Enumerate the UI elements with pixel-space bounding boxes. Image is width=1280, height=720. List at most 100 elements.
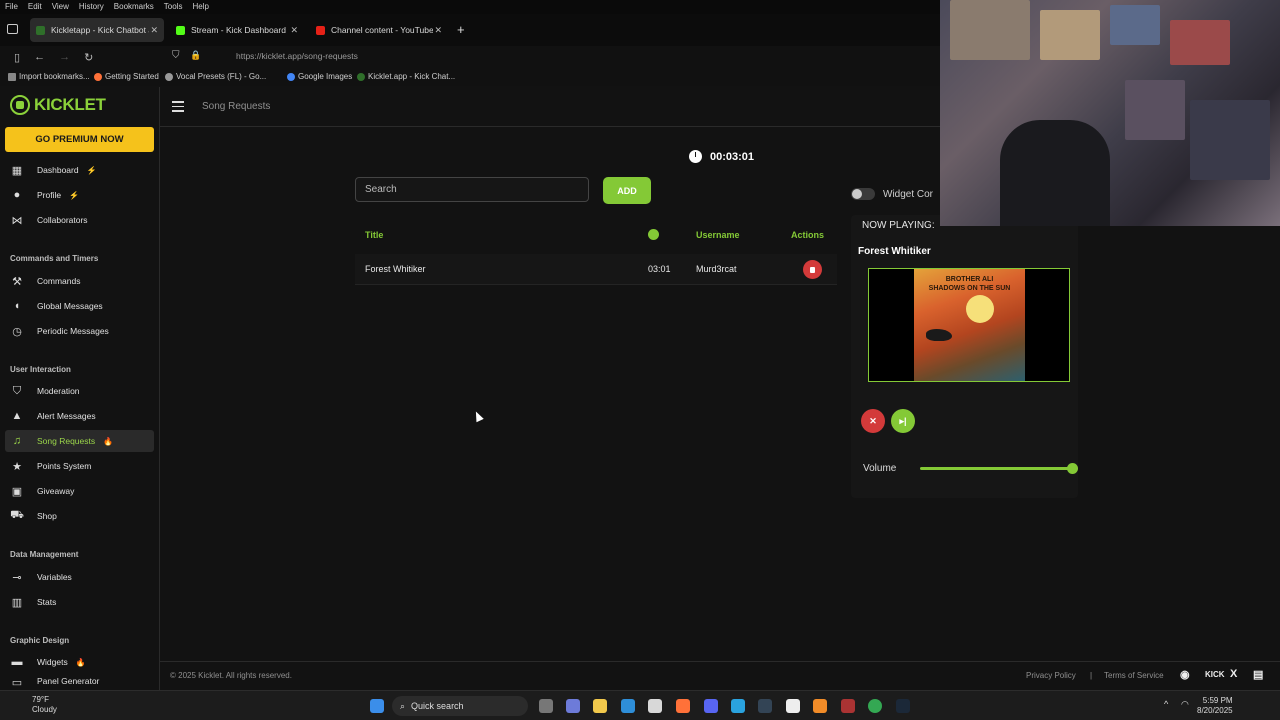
task-view-icon[interactable] [539, 699, 553, 713]
lock-icon[interactable]: 🔒 [190, 50, 201, 61]
menu-file[interactable]: File [0, 0, 23, 14]
sidebar-item-panel-generator[interactable]: ▭ Panel Generator [5, 676, 154, 690]
bookmark-vocal-presets[interactable]: Vocal Presets (FL) - Go... [165, 72, 266, 81]
sidebar-item-alert-messages[interactable]: ▲ Alert Messages [5, 405, 154, 427]
delete-button[interactable] [803, 260, 822, 279]
sidebar-item-widgets[interactable]: ▬ Widgets 🔥 [5, 651, 154, 673]
wifi-icon[interactable]: ◠ [1181, 699, 1189, 710]
store-icon[interactable] [648, 699, 662, 713]
bookmark-label: Import bookmarks... [19, 72, 90, 81]
menu-edit[interactable]: Edit [23, 0, 47, 14]
sidebar-item-global-messages[interactable]: ◖ Global Messages [5, 295, 154, 317]
webcam-shelf [1190, 100, 1270, 180]
weather-widget[interactable]: 79°F Cloudy [12, 695, 57, 715]
section-heading-interaction: User Interaction [10, 365, 71, 374]
close-tab-icon[interactable]: ✕ [150, 25, 158, 36]
sidebar-item-stats[interactable]: ▥ Stats [5, 591, 154, 613]
webcam-poster [1040, 10, 1100, 60]
terms-of-service-link[interactable]: Terms of Service [1104, 671, 1164, 680]
menu-tools[interactable]: Tools [159, 0, 188, 14]
search-input[interactable]: Search [355, 177, 589, 202]
menu-help[interactable]: Help [187, 0, 213, 14]
tab-overview-icon[interactable] [7, 24, 18, 34]
sidebar-item-collaborators[interactable]: ⋈ Collaborators [5, 209, 154, 231]
chrome-icon[interactable] [868, 699, 882, 713]
star-icon: ★ [12, 460, 22, 473]
volume-slider-handle[interactable] [1067, 463, 1078, 474]
menu-history[interactable]: History [74, 0, 109, 14]
discord-icon[interactable] [704, 699, 718, 713]
skip-button[interactable]: ▸| [891, 409, 915, 433]
widget-toggle[interactable]: Widget Cor [851, 188, 933, 200]
sidebar-item-points-system[interactable]: ★ Points System [5, 455, 154, 477]
windows-start-icon[interactable] [370, 699, 384, 713]
lightning-icon: ⚡ [86, 165, 97, 175]
toggle-switch[interactable] [851, 188, 875, 200]
new-tab-icon[interactable]: + [457, 22, 465, 37]
menu-bookmarks[interactable]: Bookmarks [109, 0, 159, 14]
back-icon[interactable]: ← [34, 51, 45, 63]
kick-icon[interactable]: KICK [1205, 670, 1225, 679]
tab-kick-dashboard[interactable]: Stream - Kick Dashboard ✕ [170, 18, 304, 42]
privacy-policy-link[interactable]: Privacy Policy [1026, 671, 1076, 680]
sidebar-item-dashboard[interactable]: ▦ Dashboard ⚡ [5, 159, 154, 181]
cart-icon: ⛟ [10, 509, 24, 521]
discord-icon[interactable]: ◉ [1180, 668, 1190, 681]
copilot-icon[interactable] [566, 699, 580, 713]
copyright-text: © 2025 Kicklet. All rights reserved. [170, 671, 292, 680]
shield-icon[interactable]: ⛉ [172, 50, 180, 61]
sidebar-item-moderation[interactable]: ⛉ Moderation [5, 380, 154, 402]
sidebar-item-shop[interactable]: ⛟ Shop [5, 505, 154, 527]
capcut-icon[interactable] [786, 699, 800, 713]
bookmark-label: Getting Started [105, 72, 159, 81]
url-bar[interactable]: https://kicklet.app/song-requests [236, 51, 358, 61]
app-icon[interactable] [758, 699, 772, 713]
kicklet-logo[interactable]: KICKLET [10, 95, 106, 115]
bookmark-label: Vocal Presets (FL) - Go... [176, 72, 267, 81]
hamburger-menu-icon[interactable] [172, 101, 184, 112]
close-tab-icon[interactable]: ✕ [290, 25, 298, 36]
stop-button[interactable]: ✕ [861, 409, 885, 433]
steam-icon[interactable] [896, 699, 910, 713]
volume-slider[interactable] [920, 467, 1073, 470]
bookmark-getting-started[interactable]: Getting Started [94, 72, 159, 81]
add-button[interactable]: ADD [603, 177, 651, 204]
forward-icon[interactable]: → [59, 51, 70, 63]
kicklet-icon [357, 72, 365, 81]
x-icon[interactable]: X [1230, 668, 1237, 680]
bookmark-google-images[interactable]: Google Images [287, 72, 352, 81]
clock-widget[interactable]: 5:59 PM 8/20/2025 [1197, 696, 1233, 716]
bookmark-kicklet[interactable]: Kicklet.app - Kick Chat... [357, 72, 455, 81]
tab-youtube-studio[interactable]: Channel content - YouTube Stu ✕ [310, 18, 448, 42]
reload-icon[interactable]: ↻ [84, 51, 93, 64]
fl-studio-icon[interactable] [813, 699, 827, 713]
telegram-icon[interactable] [731, 699, 745, 713]
sidebar-item-song-requests[interactable]: ♫ Song Requests 🔥 [5, 430, 154, 452]
bookmark-label: Kicklet.app - Kick Chat... [368, 72, 456, 81]
sidebar-item-variables[interactable]: ⊸ Variables [5, 566, 154, 588]
quick-search-input[interactable]: ⌕ Quick search [392, 696, 528, 716]
docs-icon[interactable]: ▤ [1253, 668, 1263, 681]
sidebar-item-profile[interactable]: ● Profile ⚡ [5, 184, 154, 206]
firefox-icon[interactable] [676, 699, 690, 713]
app-icon[interactable] [841, 699, 855, 713]
sidebar-item-giveaway[interactable]: ▣ Giveaway [5, 480, 154, 502]
weather-condition: Cloudy [32, 705, 57, 714]
user-icon: ● [13, 189, 21, 201]
tray-chevron-icon[interactable]: ^ [1164, 699, 1168, 709]
file-explorer-icon[interactable] [593, 699, 607, 713]
tab-kicklet[interactable]: Kickletapp - Kick Chatbot a ✕ [30, 18, 164, 42]
video-player[interactable]: BROTHER ALI SHADOWS ON THE SUN [868, 268, 1070, 382]
menu-view[interactable]: View [47, 0, 74, 14]
song-title: Forest Whitiker [365, 264, 426, 274]
close-tab-icon[interactable]: ✕ [434, 25, 442, 36]
clock-icon [689, 150, 702, 163]
sidebar-toggle-icon[interactable]: ▯ [14, 51, 20, 64]
bookmark-import[interactable]: Import bookmarks... [8, 72, 90, 81]
edge-icon[interactable] [621, 699, 635, 713]
sidebar-item-commands[interactable]: ⚒ Commands [5, 270, 154, 292]
footer-separator: | [1090, 671, 1093, 680]
close-circle-icon: ✕ [869, 415, 877, 426]
sidebar-item-periodic-messages[interactable]: ◷ Periodic Messages [5, 320, 154, 342]
go-premium-button[interactable]: GO PREMIUM NOW [5, 127, 154, 152]
